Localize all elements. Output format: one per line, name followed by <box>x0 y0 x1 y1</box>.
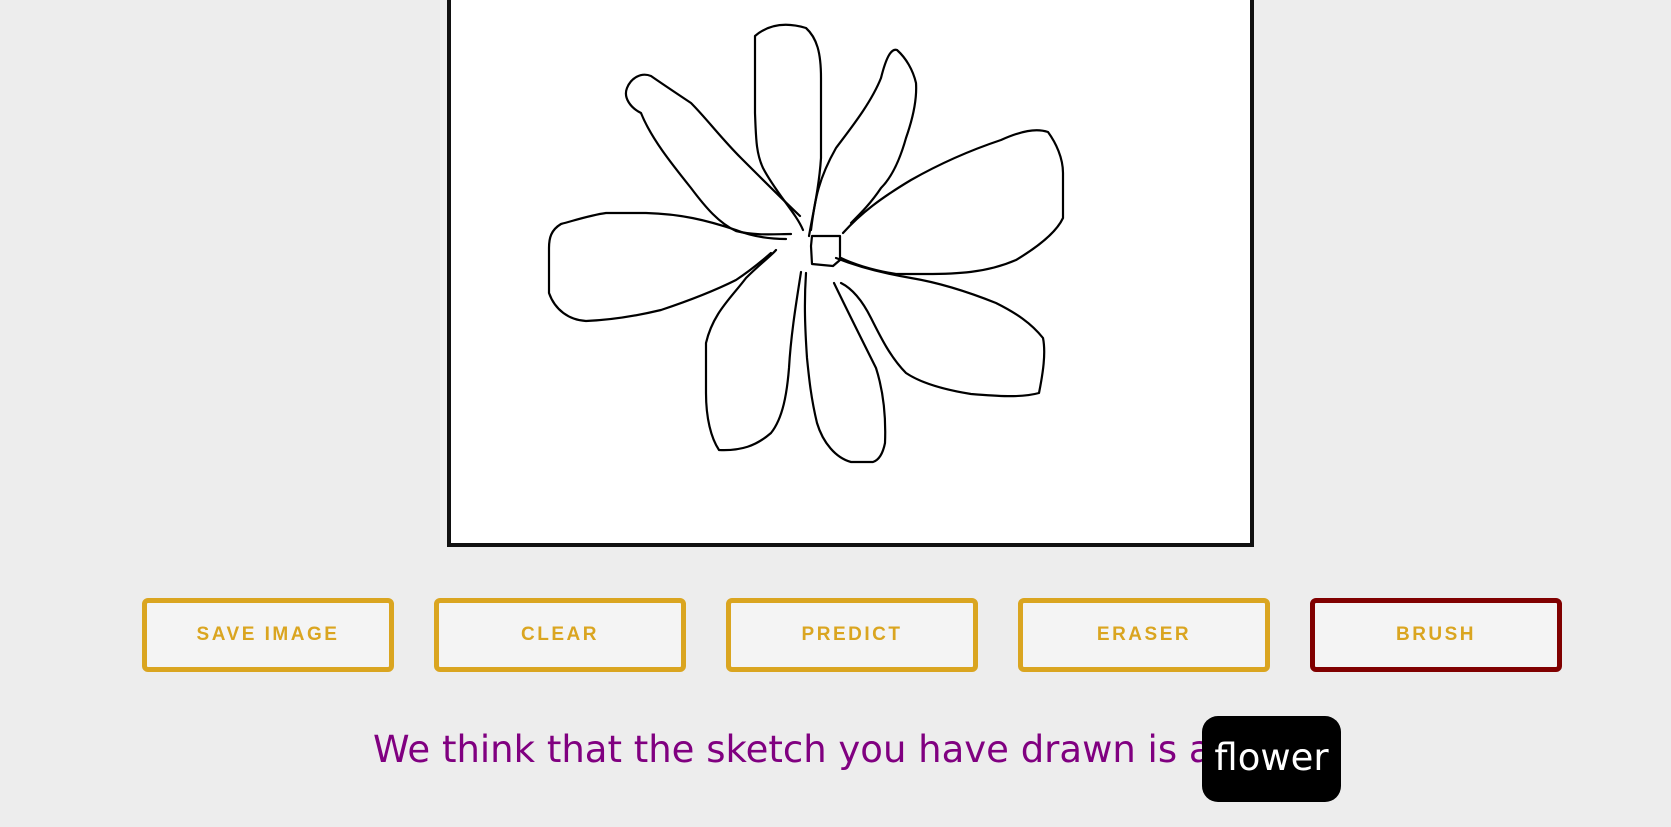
flower-petal-lower-left <box>704 248 803 452</box>
flower-petal-lower <box>803 271 887 464</box>
drawing-canvas[interactable] <box>447 0 1254 547</box>
toolbar: SAVE IMAGE CLEAR PREDICT ERASER BRUSH <box>0 598 1671 672</box>
brush-button[interactable]: BRUSH <box>1310 598 1562 672</box>
flower-petal-upper-right <box>809 48 918 232</box>
eraser-button[interactable]: ERASER <box>1018 598 1270 672</box>
prediction-badge: flower <box>1202 716 1341 802</box>
prediction-prefix-text: We think that the sketch you have drawn … <box>373 728 1224 771</box>
flower-petal-left <box>547 211 788 323</box>
save-image-button[interactable]: SAVE IMAGE <box>142 598 394 672</box>
clear-button[interactable]: CLEAR <box>434 598 686 672</box>
prediction-result: We think that the sketch you have drawn … <box>0 714 1671 804</box>
flower-petal-right <box>839 129 1065 276</box>
flower-center <box>809 234 842 268</box>
flower-petal-lower-right <box>834 256 1046 398</box>
sketch-drawing <box>547 23 1065 464</box>
predict-button[interactable]: PREDICT <box>726 598 978 672</box>
flower-petal-upper-left <box>624 73 802 236</box>
